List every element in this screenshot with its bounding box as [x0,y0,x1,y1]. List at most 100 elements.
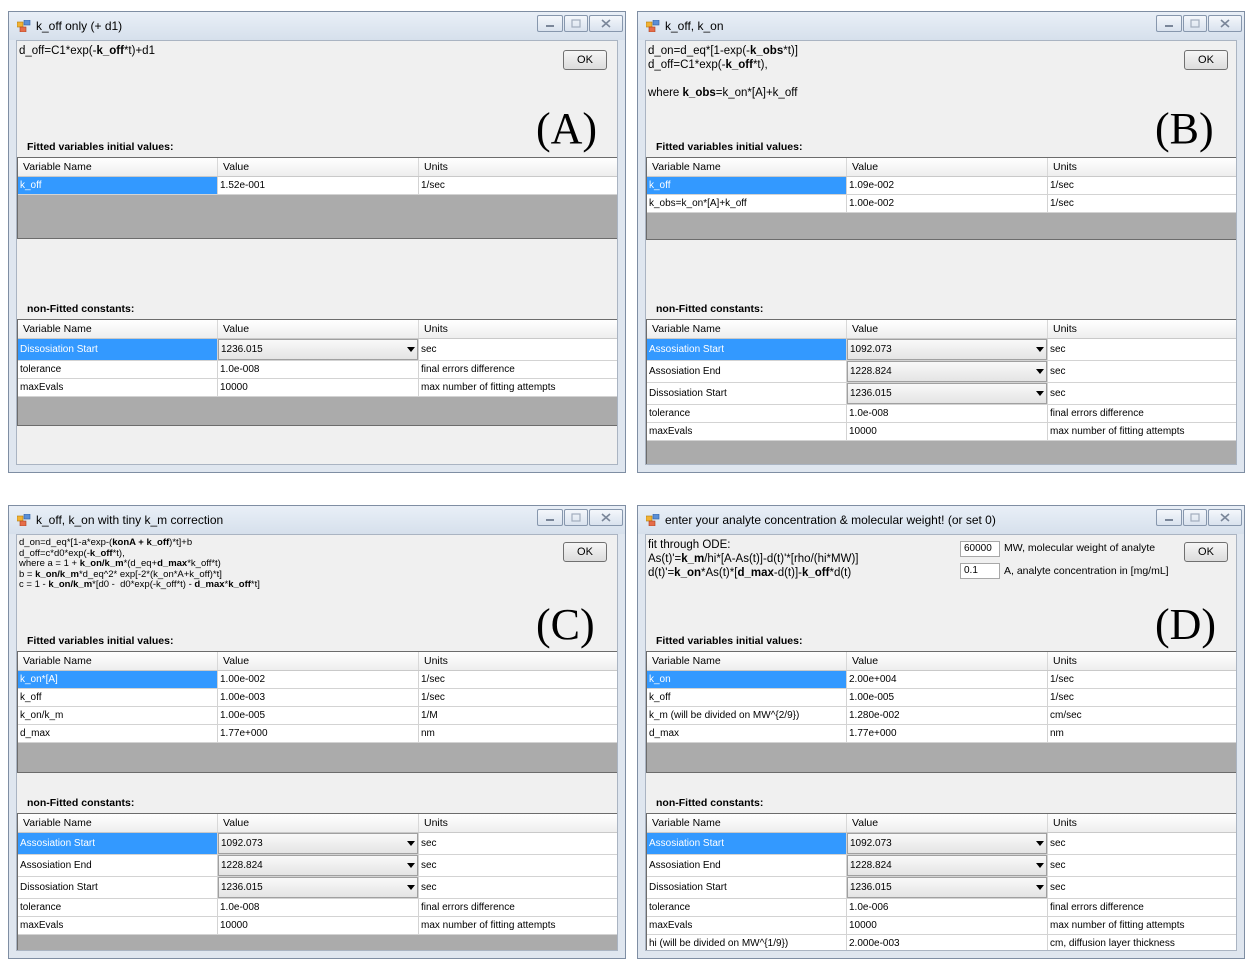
variable-name-cell[interactable]: tolerance [647,405,847,422]
value-cell[interactable]: 1.00e-005 [847,689,1048,706]
units-cell[interactable]: sec [1048,855,1236,876]
table-row[interactable]: tolerance 1.0e-008 final errors difference [647,405,1236,423]
title-bar[interactable]: k_off, k_on with tiny k_m correction [9,506,625,534]
close-button[interactable] [1208,509,1242,526]
units-cell[interactable]: max number of fitting attempts [1048,423,1236,440]
units-cell[interactable]: final errors difference [1048,405,1236,422]
constants-grid[interactable]: Variable Name Value Units Dissosiation Star… [17,319,617,426]
column-header[interactable]: Value [218,158,419,176]
column-header[interactable]: Units [1048,814,1236,832]
units-cell[interactable]: final errors difference [1048,899,1236,916]
column-header[interactable]: Variable Name [647,320,847,338]
fitted-grid[interactable]: Variable Name Value Units k_off 1.52e-001 1/s… [17,157,617,239]
variable-name-cell[interactable]: hi (will be divided on MW^{1/9}) [647,935,847,950]
title-bar[interactable]: k_off, k_on [638,12,1244,40]
close-button[interactable] [589,15,623,32]
table-row[interactable]: Assosiation End 1228.824 sec [647,855,1236,877]
variable-name-cell[interactable]: tolerance [18,361,218,378]
value-cell[interactable]: 1.77e+000 [847,725,1048,742]
value-cell[interactable]: 10000 [218,917,419,934]
variable-name-cell[interactable]: k_on [647,671,847,688]
variable-name-cell[interactable]: tolerance [18,899,218,916]
chevron-down-icon[interactable] [407,862,415,868]
column-header[interactable]: Value [218,320,419,338]
column-header[interactable]: Value [847,814,1048,832]
table-row[interactable]: k_off 1.00e-003 1/sec [18,689,617,707]
table-row[interactable]: Dissosiation Start 1236.015 sec [647,877,1236,899]
table-row[interactable]: k_obs=k_on*[A]+k_off 1.00e-002 1/sec [647,195,1236,213]
variable-name-cell[interactable]: maxEvals [18,379,218,396]
value-cell[interactable]: 2.000e-003 [847,935,1048,950]
value-dropdown[interactable]: 1228.824 [847,855,1047,876]
value-cell[interactable]: 1.0e-006 [847,899,1048,916]
column-header[interactable]: Units [419,320,617,338]
variable-name-cell[interactable]: maxEvals [18,917,218,934]
units-cell[interactable]: 1/sec [419,671,617,688]
column-header[interactable]: Value [847,158,1048,176]
column-header[interactable]: Value [847,652,1048,670]
units-cell[interactable]: final errors difference [419,899,617,916]
chevron-down-icon[interactable] [407,346,415,352]
units-cell[interactable]: max number of fitting attempts [1048,917,1236,934]
value-cell[interactable]: 1.09e-002 [847,177,1048,194]
minimize-button[interactable] [1156,15,1182,32]
units-cell[interactable]: sec [419,339,617,360]
column-header[interactable]: Units [419,158,617,176]
molecular-weight-input[interactable]: 60000 [960,541,1000,557]
units-cell[interactable]: 1/sec [419,689,617,706]
title-bar[interactable]: k_off only (+ d1) [9,12,625,40]
value-dropdown-cell[interactable]: 1092.073 [218,833,419,854]
units-cell[interactable]: sec [1048,361,1236,382]
table-row[interactable]: Assosiation End 1228.824 sec [18,855,617,877]
table-row[interactable]: k_on/k_m 1.00e-005 1/M [18,707,617,725]
maximize-button[interactable] [1183,15,1207,32]
column-header[interactable]: Value [847,320,1048,338]
units-cell[interactable]: cm, diffusion layer thickness [1048,935,1236,950]
column-header[interactable]: Variable Name [647,158,847,176]
value-dropdown[interactable]: 1092.073 [847,339,1047,360]
column-header[interactable]: Units [1048,320,1236,338]
table-row[interactable]: maxEvals 10000 max number of fitting attem… [647,917,1236,935]
variable-name-cell[interactable]: d_max [647,725,847,742]
column-header[interactable]: Variable Name [18,158,218,176]
variable-name-cell[interactable]: maxEvals [647,917,847,934]
column-header[interactable]: Variable Name [647,652,847,670]
value-dropdown[interactable]: 1228.824 [218,855,418,876]
value-cell[interactable]: 1.52e-001 [218,177,419,194]
constants-grid[interactable]: Variable Name Value Units Assosiation Start… [646,319,1236,464]
maximize-button[interactable] [564,15,588,32]
minimize-button[interactable] [537,509,563,526]
table-row[interactable]: k_off 1.00e-005 1/sec [647,689,1236,707]
variable-name-cell[interactable]: Dissosiation Start [18,339,218,360]
value-cell[interactable]: 2.00e+004 [847,671,1048,688]
ok-button[interactable]: OK [1184,50,1228,70]
value-dropdown-cell[interactable]: 1228.824 [847,361,1048,382]
value-dropdown-cell[interactable]: 1092.073 [847,833,1048,854]
column-header[interactable]: Units [1048,158,1236,176]
column-header[interactable]: Variable Name [18,814,218,832]
table-row[interactable]: Dissosiation Start 1236.015 sec [647,383,1236,405]
variable-name-cell[interactable]: tolerance [647,899,847,916]
table-row[interactable]: d_max 1.77e+000 nm [18,725,617,743]
chevron-down-icon[interactable] [1036,840,1044,846]
variable-name-cell[interactable]: Assosiation Start [18,833,218,854]
units-cell[interactable]: 1/M [419,707,617,724]
table-row[interactable]: maxEvals 10000 max number of fitting attem… [18,379,617,397]
table-row[interactable]: Assosiation Start 1092.073 sec [647,833,1236,855]
maximize-button[interactable] [564,509,588,526]
table-row[interactable]: d_max 1.77e+000 nm [647,725,1236,743]
value-dropdown[interactable]: 1236.015 [847,877,1047,898]
column-header[interactable]: Units [419,814,617,832]
units-cell[interactable]: cm/sec [1048,707,1236,724]
units-cell[interactable]: sec [1048,383,1236,404]
constants-grid[interactable]: Variable Name Value Units Assosiation Start… [17,813,617,950]
maximize-button[interactable] [1183,509,1207,526]
units-cell[interactable]: sec [419,833,617,854]
units-cell[interactable]: sec [1048,877,1236,898]
value-cell[interactable]: 1.0e-008 [847,405,1048,422]
constants-grid[interactable]: Variable Name Value Units Assosiation Start… [646,813,1236,950]
table-row[interactable]: maxEvals 10000 max number of fitting attem… [647,423,1236,441]
ok-button[interactable]: OK [563,50,607,70]
value-cell[interactable]: 1.77e+000 [218,725,419,742]
table-row[interactable]: hi (will be divided on MW^{1/9}) 2.000e-0… [647,935,1236,950]
